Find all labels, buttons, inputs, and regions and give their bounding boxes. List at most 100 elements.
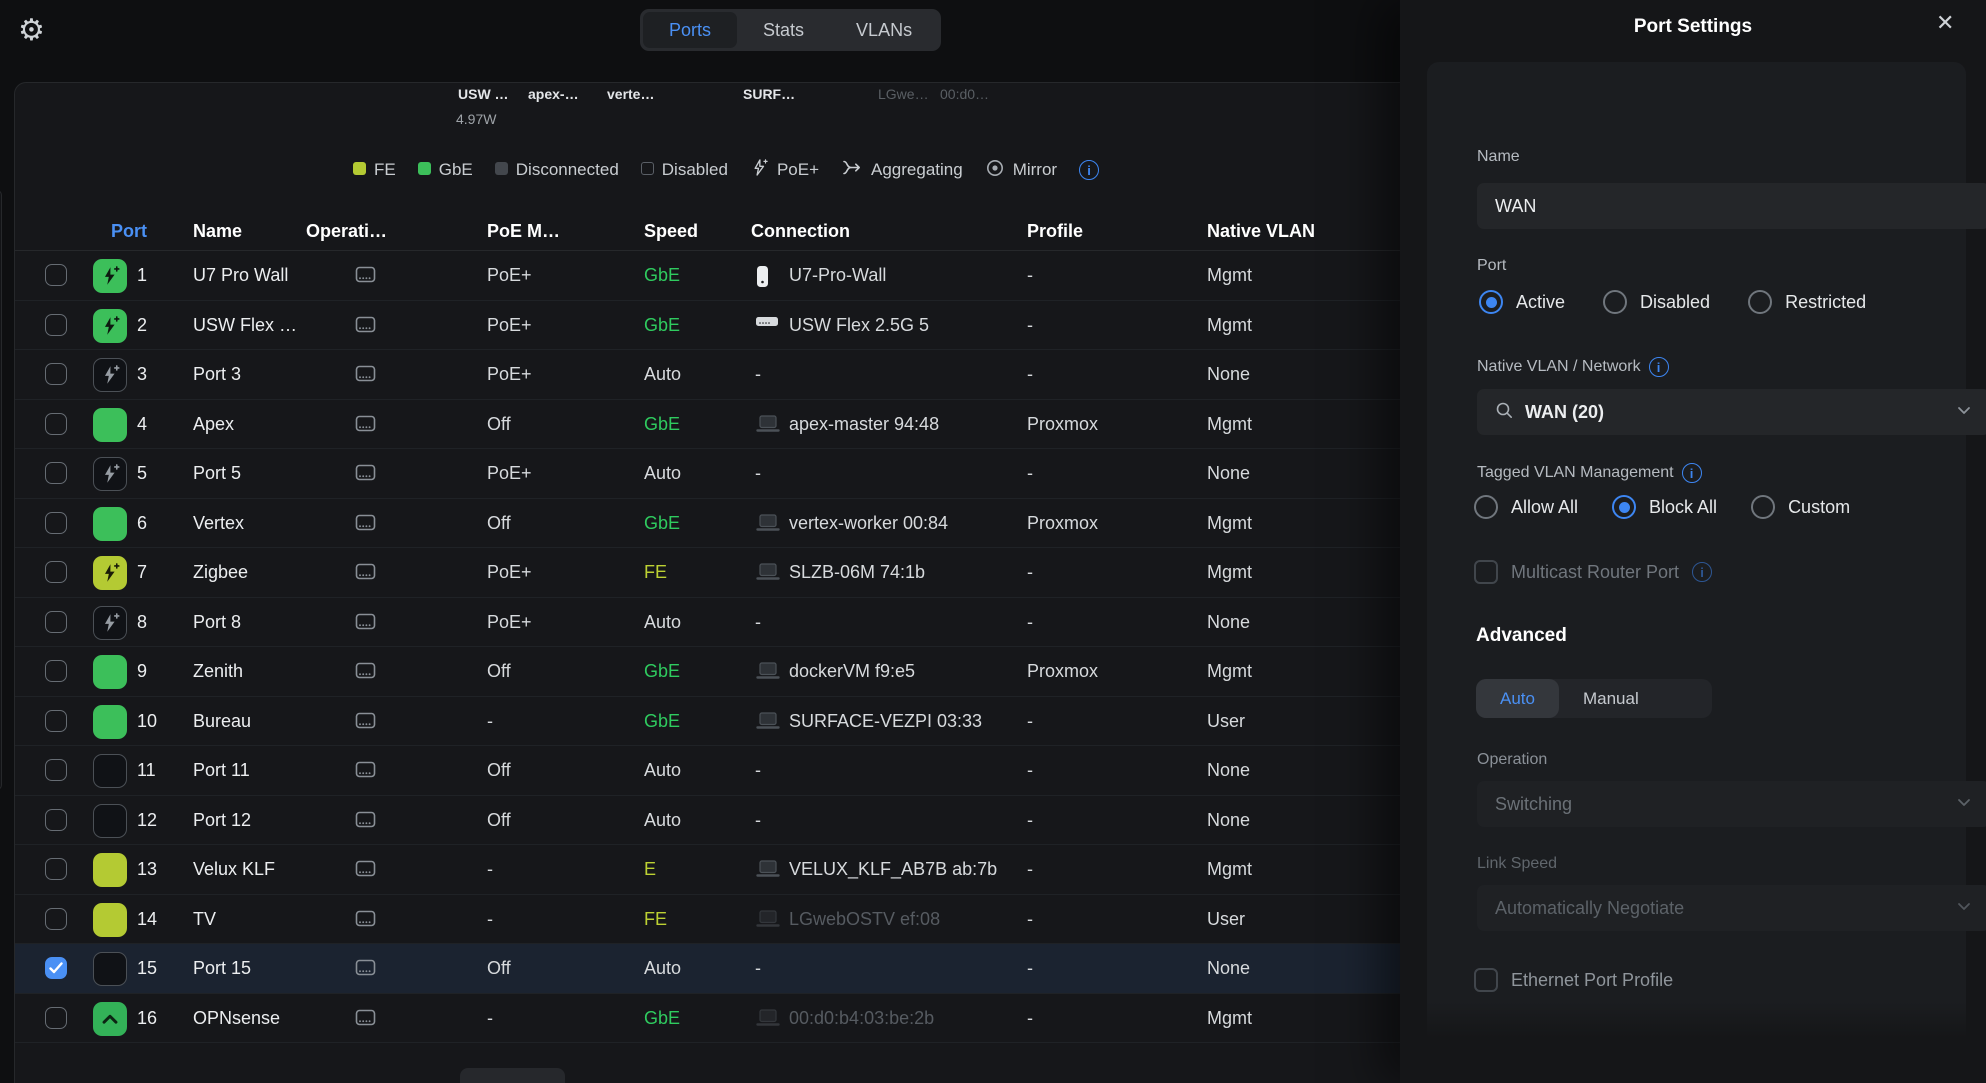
- row-checkbox[interactable]: [45, 512, 67, 534]
- table-row[interactable]: 11Port 11OffAuto--None: [15, 746, 1401, 796]
- close-icon[interactable]: ✕: [1936, 10, 1954, 36]
- column-header-connection[interactable]: Connection: [751, 221, 850, 242]
- port-state-option-restricted[interactable]: Restricted: [1748, 290, 1866, 314]
- radio-label: Allow All: [1511, 497, 1578, 518]
- info-icon[interactable]: i: [1692, 562, 1712, 582]
- radio-selected[interactable]: [1612, 495, 1636, 519]
- port-status-icon-green: [93, 705, 127, 739]
- view-tabs: PortsStatsVLANs: [640, 9, 941, 51]
- column-header-port[interactable]: Port: [111, 221, 147, 242]
- port-number: 9: [137, 647, 147, 697]
- port-number: 4: [137, 400, 147, 450]
- portmap-label: apex-…: [528, 86, 579, 102]
- row-checkbox[interactable]: [45, 858, 67, 880]
- native-vlan-value: User: [1207, 697, 1245, 747]
- ethernet-port-profile-checkbox[interactable]: [1474, 968, 1498, 992]
- table-row[interactable]: 4ApexOffGbEapex-master 94:48ProxmoxMgmt: [15, 400, 1401, 450]
- port-status-icon-poe-off: [93, 457, 127, 491]
- column-header-nativevlan[interactable]: Native VLAN: [1207, 221, 1315, 242]
- tab-ports[interactable]: Ports: [643, 12, 737, 48]
- column-header-operati[interactable]: Operati…: [306, 221, 387, 242]
- pagination-stub[interactable]: [460, 1068, 565, 1083]
- toggle-option-manual[interactable]: Manual: [1559, 679, 1663, 718]
- row-checkbox[interactable]: [45, 957, 67, 979]
- link-speed-value: Automatically Negotiate: [1495, 898, 1684, 919]
- native-vlan-value: Mgmt: [1207, 400, 1252, 450]
- radio-unselected[interactable]: [1751, 495, 1775, 519]
- tab-stats[interactable]: Stats: [737, 12, 830, 48]
- port-status-icon-empty: [93, 754, 127, 788]
- tab-vlans[interactable]: VLANs: [830, 12, 938, 48]
- device-operation-icon: [353, 1008, 378, 1034]
- mirror-icon: [985, 158, 1005, 183]
- radio-unselected[interactable]: [1603, 290, 1627, 314]
- row-checkbox[interactable]: [45, 462, 67, 484]
- column-header-poem[interactable]: PoE M…: [487, 221, 560, 242]
- row-checkbox[interactable]: [45, 264, 67, 286]
- info-icon[interactable]: i: [1682, 463, 1702, 483]
- link-speed-label: Link Speed: [1477, 855, 1557, 873]
- port-status-icon-green: [93, 507, 127, 541]
- row-checkbox[interactable]: [45, 314, 67, 336]
- speed-value: Auto: [644, 796, 681, 846]
- table-row[interactable]: 8Port 8PoE+Auto--None: [15, 598, 1401, 648]
- table-row[interactable]: 3Port 3PoE+Auto--None: [15, 350, 1401, 400]
- client-laptop-icon: [755, 909, 781, 934]
- link-speed-select: Automatically Negotiate: [1477, 885, 1986, 931]
- info-icon[interactable]: i: [1649, 357, 1669, 377]
- profile-value: -: [1027, 994, 1033, 1044]
- multicast-router-checkbox[interactable]: [1474, 560, 1498, 584]
- table-row[interactable]: 14TV-FELGwebOSTV ef:08-User: [15, 895, 1401, 945]
- legend-item-disabled: Disabled: [641, 160, 728, 180]
- table-row[interactable]: 13Velux KLF-EVELUX_KLF_AB7B ab:7b-Mgmt: [15, 845, 1401, 895]
- client-laptop-icon: [755, 859, 781, 884]
- row-checkbox[interactable]: [45, 561, 67, 583]
- ports-table-card: USW …apex-…verte…SURF…LGwe…00:d0… 4.97W …: [14, 82, 1400, 1083]
- device-operation-icon: [353, 315, 378, 341]
- table-row[interactable]: 2USW Flex …PoE+GbEUSW Flex 2.5G 5-Mgmt: [15, 301, 1401, 351]
- port-name: Apex: [193, 400, 234, 450]
- table-row[interactable]: 10Bureau-GbESURFACE-VEZPI 03:33-User: [15, 697, 1401, 747]
- tagged-vlan-option-block-all[interactable]: Block All: [1612, 495, 1717, 519]
- row-checkbox[interactable]: [45, 363, 67, 385]
- native-vlan-value: Mgmt: [1207, 548, 1252, 598]
- client-laptop-icon: [755, 1008, 781, 1033]
- table-row[interactable]: 5Port 5PoE+Auto--None: [15, 449, 1401, 499]
- table-row[interactable]: 16OPNsense-GbE00:d0:b4:03:be:2b-Mgmt: [15, 994, 1401, 1044]
- radio-unselected[interactable]: [1474, 495, 1498, 519]
- info-icon[interactable]: i: [1079, 160, 1099, 181]
- table-row[interactable]: 7ZigbeePoE+FESLZB-06M 74:1b-Mgmt: [15, 548, 1401, 598]
- toggle-option-auto[interactable]: Auto: [1476, 679, 1559, 718]
- row-checkbox[interactable]: [45, 1007, 67, 1029]
- tagged-vlan-option-custom[interactable]: Custom: [1751, 495, 1850, 519]
- column-header-profile[interactable]: Profile: [1027, 221, 1083, 242]
- column-header-name[interactable]: Name: [193, 221, 242, 242]
- tagged-vlan-option-allow-all[interactable]: Allow All: [1474, 495, 1578, 519]
- multicast-router-checkbox-row[interactable]: Multicast Router Port i: [1474, 560, 1712, 584]
- name-input[interactable]: WAN: [1477, 183, 1986, 229]
- column-header-speed[interactable]: Speed: [644, 221, 698, 242]
- table-row[interactable]: 15Port 15OffAuto--None: [15, 944, 1401, 994]
- table-row[interactable]: 1U7 Pro WallPoE+GbEU7-Pro-Wall-Mgmt: [15, 251, 1401, 301]
- row-checkbox[interactable]: [45, 660, 67, 682]
- ethernet-port-profile-checkbox-row[interactable]: Ethernet Port Profile: [1474, 968, 1673, 992]
- port-status-icon-empty: [93, 804, 127, 838]
- table-row[interactable]: 12Port 12OffAuto--None: [15, 796, 1401, 846]
- native-vlan-select[interactable]: WAN (20): [1477, 389, 1986, 435]
- settings-gear-icon[interactable]: ⚙: [18, 16, 45, 46]
- device-operation-icon: [353, 810, 378, 836]
- row-checkbox[interactable]: [45, 809, 67, 831]
- table-row[interactable]: 9ZenithOffGbEdockerVM f9:e5ProxmoxMgmt: [15, 647, 1401, 697]
- row-checkbox[interactable]: [45, 413, 67, 435]
- row-checkbox[interactable]: [45, 710, 67, 732]
- legend-label: Disconnected: [516, 160, 619, 180]
- row-checkbox[interactable]: [45, 611, 67, 633]
- port-state-option-active[interactable]: Active: [1479, 290, 1565, 314]
- row-checkbox[interactable]: [45, 908, 67, 930]
- radio-unselected[interactable]: [1748, 290, 1772, 314]
- table-row[interactable]: 6VertexOffGbEvertex-worker 00:84ProxmoxM…: [15, 499, 1401, 549]
- row-checkbox[interactable]: [45, 759, 67, 781]
- port-state-option-disabled[interactable]: Disabled: [1603, 290, 1710, 314]
- radio-selected[interactable]: [1479, 290, 1503, 314]
- profile-value: -: [1027, 251, 1033, 301]
